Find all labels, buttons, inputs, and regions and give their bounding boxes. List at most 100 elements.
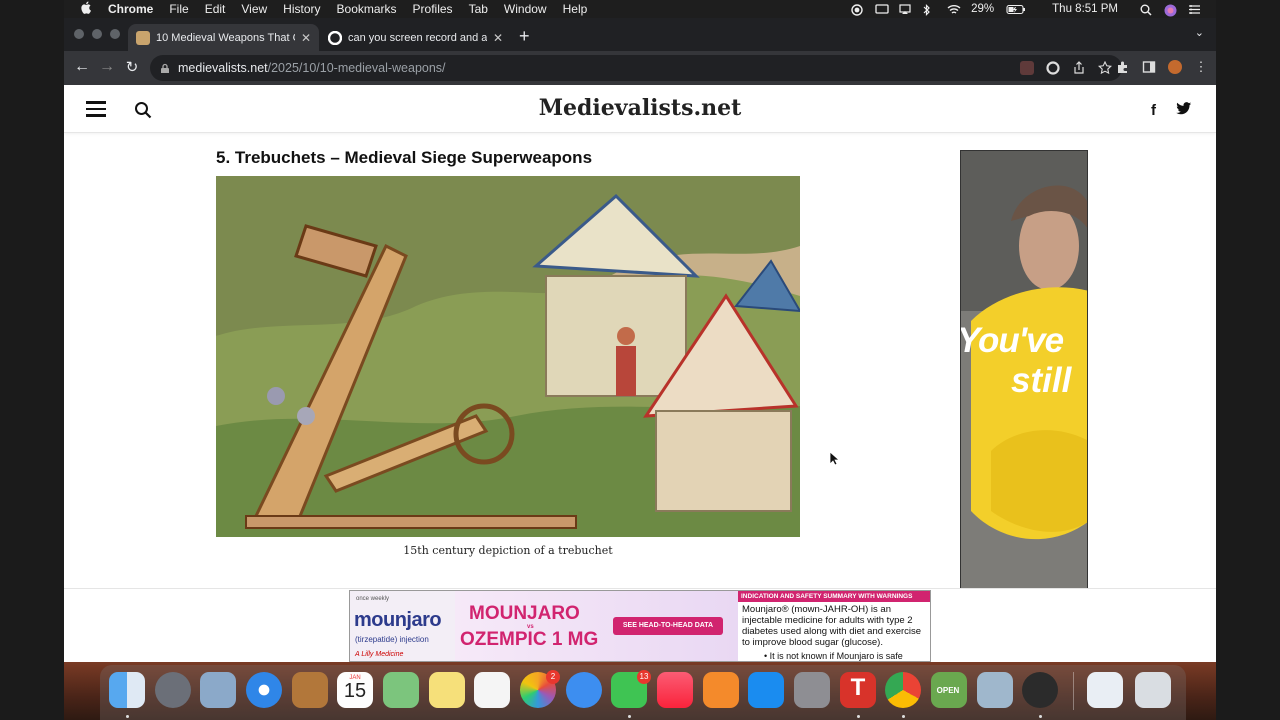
tab-medieval-weapons[interactable]: 10 Medieval Weapons That Ch ✕	[128, 24, 319, 51]
url-path: /2025/10/10-medieval-weapons/	[267, 61, 446, 75]
running-indicator	[857, 715, 860, 718]
open-folder-label: OPEN	[936, 686, 960, 695]
menu-file[interactable]: File	[169, 2, 188, 16]
image-caption: 15th century depiction of a trebuchet	[403, 544, 613, 557]
display-icon[interactable]	[875, 3, 889, 15]
contacts-icon[interactable]	[292, 672, 328, 708]
spotlight-search-icon[interactable]	[1140, 4, 1152, 16]
menu-history[interactable]: History	[283, 2, 320, 16]
minimize-window-button[interactable]	[92, 29, 102, 39]
trash-icon[interactable]	[1135, 672, 1171, 708]
mounjaro-banner-ad[interactable]: once weekly mounjaro (tirzepatide) injec…	[349, 590, 931, 662]
ad-vs-bottom: OZEMPIC 1 MG	[460, 629, 599, 650]
ad-isi-body: Mounjaro® (mown-JAHR-OH) is an injectabl…	[742, 604, 922, 648]
google-favicon-icon	[327, 30, 343, 45]
new-tab-plus-icon[interactable]: +	[519, 26, 530, 47]
bluetooth-icon[interactable]	[923, 3, 935, 16]
tab-title: can you screen record and aud	[348, 31, 487, 44]
books-icon[interactable]	[703, 672, 739, 708]
chrome-icon[interactable]	[885, 672, 921, 708]
preview-icon[interactable]	[977, 672, 1013, 708]
ad-brand-name: mounjaro	[354, 609, 442, 631]
chrome-menu-kebab-icon[interactable]: ⋮	[1194, 60, 1208, 74]
system-preferences-icon[interactable]	[794, 672, 830, 708]
music-icon[interactable]	[657, 672, 693, 708]
lock-icon[interactable]	[160, 63, 170, 73]
screen-record-icon[interactable]	[851, 3, 863, 16]
trebuchet-illustration-image	[216, 176, 800, 537]
browser-toolbar: ← → ↻ medievalists.net /2025/10/10-medie…	[64, 51, 1216, 85]
battery-icon[interactable]	[1006, 4, 1026, 15]
finder-icon[interactable]	[109, 672, 145, 708]
ad-headline-line-2: still	[1011, 361, 1072, 400]
omnibox-actions	[1020, 60, 1113, 75]
photos-badge: 2	[546, 670, 560, 684]
quicktime-icon[interactable]	[1022, 672, 1058, 708]
zoom-window-button[interactable]	[110, 29, 120, 39]
maps-icon[interactable]	[383, 672, 419, 708]
cast-icon[interactable]	[899, 3, 911, 15]
macos-menubar: Chrome File Edit View History Bookmarks …	[64, 0, 1216, 18]
site-logo[interactable]: Medievalists.net	[64, 95, 1216, 121]
ad-generic-name: (tirzepatide) injection	[355, 635, 429, 644]
web-page: Medievalists.net f 5. Trebuchets – Medie…	[64, 85, 1216, 662]
blocked-extension-icon[interactable]	[1020, 61, 1034, 75]
menubar-clock[interactable]: Thu 8:51 PM	[1052, 3, 1118, 15]
tab-search-chevron-icon[interactable]: ⌄	[1195, 26, 1204, 39]
reload-icon[interactable]: ↻	[122, 58, 142, 76]
notes-icon[interactable]	[429, 672, 465, 708]
ad-isi-bullet: • It is not known if Mounjaro is safe	[764, 651, 903, 661]
twitter-icon[interactable]	[1176, 102, 1192, 119]
close-tab-icon[interactable]: ✕	[301, 31, 311, 45]
side-panel-icon[interactable]	[1142, 60, 1156, 74]
wifi-icon[interactable]	[947, 4, 961, 15]
downloads-stack-icon[interactable]	[1087, 672, 1123, 708]
social-links: f	[1151, 102, 1192, 119]
apple-menu-icon[interactable]	[80, 1, 94, 17]
menu-window[interactable]: Window	[504, 2, 547, 16]
menu-edit[interactable]: Edit	[205, 2, 226, 16]
running-indicator	[1039, 715, 1042, 718]
back-arrow-icon[interactable]: ←	[72, 58, 92, 76]
status-menus: 29% Thu 8:51 PM	[851, 0, 1200, 18]
browser-tab-strip: 10 Medieval Weapons That Ch ✕ can you sc…	[64, 18, 1216, 51]
forward-arrow-icon[interactable]: →	[97, 58, 117, 76]
ad-headline-line-1: You've	[960, 321, 1064, 360]
menu-profiles[interactable]: Profiles	[413, 2, 453, 16]
ad-brand-panel: once weekly mounjaro (tirzepatide) injec…	[350, 591, 455, 661]
mouse-cursor-icon	[829, 451, 839, 466]
menu-tab[interactable]: Tab	[469, 2, 488, 16]
menu-help[interactable]: Help	[563, 2, 588, 16]
share-icon[interactable]	[1072, 61, 1086, 75]
menu-view[interactable]: View	[241, 2, 267, 16]
safari-icon[interactable]	[246, 672, 282, 708]
calendar-day: 15	[343, 680, 367, 702]
messages-icon[interactable]	[566, 672, 602, 708]
url-host: medievalists.net	[178, 61, 268, 75]
control-center-icon[interactable]	[1188, 4, 1200, 15]
menu-bookmarks[interactable]: Bookmarks	[337, 2, 397, 16]
extensions-puzzle-icon[interactable]	[1116, 60, 1130, 74]
ad-maker: A Lilly Medicine	[355, 651, 404, 658]
address-bar[interactable]: medievalists.net /2025/10/10-medieval-we…	[150, 55, 1122, 81]
running-indicator	[126, 715, 129, 718]
tab-screen-record-search[interactable]: can you screen record and aud ✕	[320, 24, 511, 51]
medievalists-favicon-icon	[136, 30, 150, 45]
sidebar-advertisement[interactable]: You've still	[960, 150, 1088, 630]
google-lens-icon[interactable]	[1046, 61, 1060, 75]
mail-stamp-icon[interactable]	[200, 672, 236, 708]
profile-avatar-icon[interactable]	[1168, 60, 1182, 74]
close-tab-icon[interactable]: ✕	[493, 31, 503, 45]
menu-app-chrome[interactable]: Chrome	[108, 2, 153, 16]
launchpad-icon[interactable]	[155, 672, 191, 708]
reminders-icon[interactable]	[474, 672, 510, 708]
t-app-letter: T	[850, 674, 866, 701]
app-store-icon[interactable]	[748, 672, 784, 708]
battery-percent: 29%	[971, 3, 995, 15]
close-window-button[interactable]	[74, 29, 84, 39]
bookmark-star-icon[interactable]	[1097, 60, 1113, 75]
ad-cta-button[interactable]: SEE HEAD-TO-HEAD DATA	[613, 617, 723, 635]
siri-icon[interactable]	[1164, 4, 1177, 16]
window-controls	[74, 29, 120, 39]
facebook-icon[interactable]: f	[1151, 102, 1156, 119]
